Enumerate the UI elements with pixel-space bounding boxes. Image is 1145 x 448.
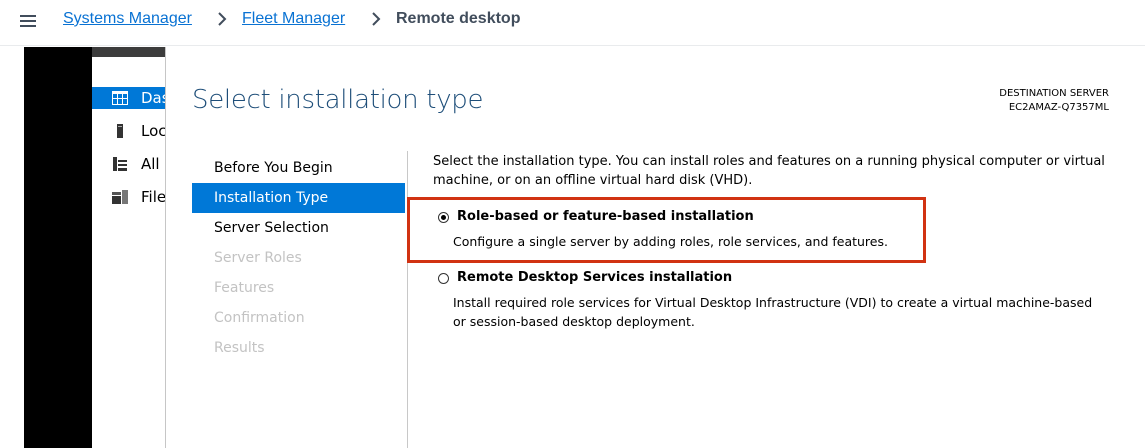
sidebar-item-label: All [141,155,160,173]
remote-desktop-services-radio[interactable] [438,273,449,284]
all-servers-icon [113,157,127,171]
chevron-right-icon [372,12,381,26]
installation-type-intro: Select the installation type. You can in… [433,154,1105,188]
remote-desktop-services-option-label[interactable]: Remote Desktop Services installation [457,269,732,287]
dashboard-icon [112,91,128,105]
chevron-right-icon [218,12,227,26]
wizard-step-installation-type[interactable]: Installation Type [192,183,405,213]
sidebar-item-all-servers[interactable]: All [92,153,165,175]
destination-server-info: DESTINATION SERVER EC2AMAZ-Q7357ML [999,87,1109,115]
wizard-step-results: Results [214,340,265,356]
sidebar-item-label: File [141,188,166,206]
destination-server-name: EC2AMAZ-Q7357ML [1008,102,1109,113]
remote-desktop-services-option-description-line2: or session-based desktop deployment. [453,314,695,329]
destination-label: DESTINATION SERVER [999,88,1109,99]
wizard-divider [407,151,408,448]
sidebar-item-dashboard[interactable]: Das [92,87,165,109]
wizard-step-before-you-begin[interactable]: Before You Begin [192,153,405,183]
desktop-background [24,47,92,448]
remote-desktop-canvas[interactable]: Das Loc All File [0,47,1145,448]
wizard-step-server-roles: Server Roles [214,250,302,266]
desktop-margin [0,47,24,448]
sidebar-item-file-storage[interactable]: File [92,186,166,208]
sidebar-item-label: Loc [141,122,166,140]
breadcrumb-fleet-manager[interactable]: Fleet Manager [242,9,345,29]
top-navigation-bar: Systems Manager Fleet Manager Remote des… [0,0,1145,46]
page-title: Select installation type [192,85,484,115]
remote-desktop-services-option-description-line1: Install required role services for Virtu… [453,295,1093,310]
menu-icon[interactable] [18,12,38,30]
breadcrumb-current: Remote desktop [396,10,521,27]
breadcrumb-systems-manager[interactable]: Systems Manager [63,9,192,29]
sidebar-item-local-server[interactable]: Loc [92,120,166,142]
sidebar-item-label: Das [141,89,165,107]
server-manager-titlebar [92,47,165,57]
selection-highlight-box [407,197,926,263]
local-server-icon [117,124,123,138]
wizard-step-server-selection[interactable]: Server Selection [192,213,405,243]
wizard-step-confirmation: Confirmation [214,310,305,326]
server-manager-sidebar: Das Loc All File [92,47,166,448]
wizard-step-features: Features [214,280,275,296]
file-storage-icon [112,190,128,204]
